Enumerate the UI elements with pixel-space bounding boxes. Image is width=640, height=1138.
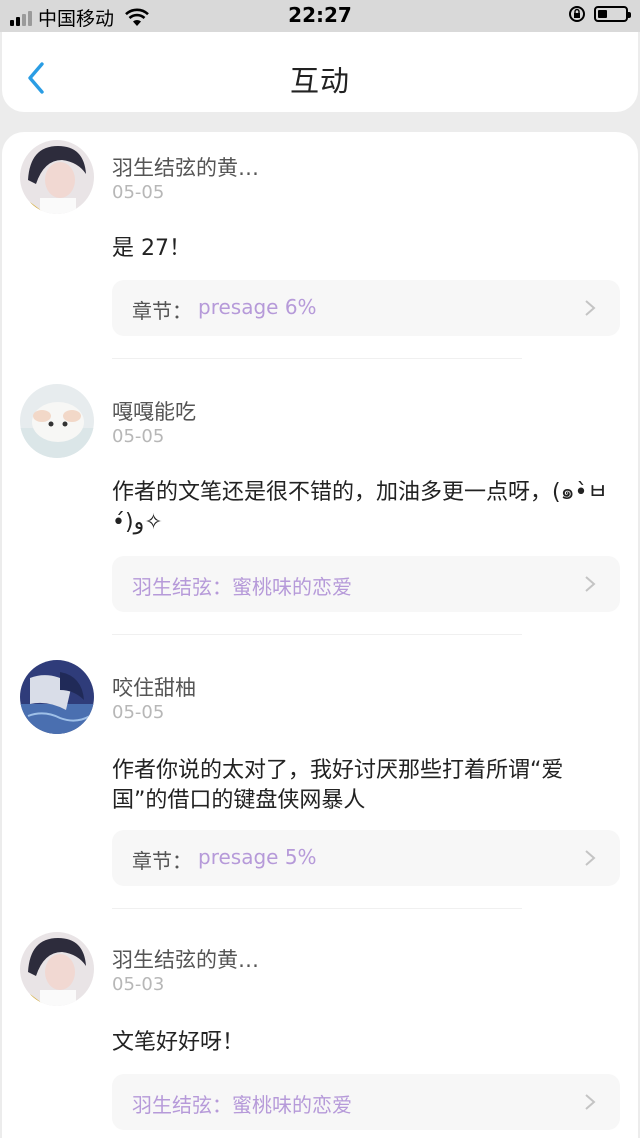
chapter-value: presage 6% xyxy=(198,295,317,319)
username: 嘎嘎能吃 xyxy=(112,400,196,424)
status-right xyxy=(568,5,631,23)
comment-date: 05-05 xyxy=(112,426,165,447)
user-avatar[interactable] xyxy=(20,660,94,734)
chapter-label: 章节： xyxy=(132,849,192,873)
divider xyxy=(112,908,522,909)
chapter-link[interactable]: 章节： presage 6% xyxy=(112,280,620,336)
chevron-right-icon xyxy=(585,576,596,592)
comment-text: 作者的文笔还是很不错的，加油多更一点呀，(๑•̀ㅂ•́)و✧ xyxy=(112,480,608,535)
user-avatar[interactable] xyxy=(20,384,94,458)
divider xyxy=(112,358,522,359)
rotation-lock-icon xyxy=(569,6,585,22)
nav-bar: 互动 xyxy=(2,32,638,112)
comment-text: 作者你说的太对了，我好讨厌那些打着所谓“爱国”的借口的键盘侠网暴人 xyxy=(112,758,564,813)
work-title: 羽生结弦：蜜桃味的恋爱 xyxy=(132,1093,352,1117)
status-bar: 中国移动 22:27 xyxy=(0,0,640,32)
comment-date: 05-05 xyxy=(112,182,165,203)
chevron-right-icon xyxy=(585,850,596,866)
username: 羽生结弦的黄… xyxy=(112,156,259,180)
username: 咬住甜柚 xyxy=(112,676,196,700)
divider xyxy=(112,634,522,635)
page-title: 互动 xyxy=(289,64,350,98)
work-link[interactable]: 羽生结弦：蜜桃味的恋爱 xyxy=(112,1074,620,1130)
battery-icon xyxy=(594,6,631,22)
chapter-label: 章节： xyxy=(132,299,192,323)
work-link[interactable]: 羽生结弦：蜜桃味的恋爱 xyxy=(112,556,620,612)
comment-date: 05-03 xyxy=(112,974,165,995)
username: 羽生结弦的黄… xyxy=(112,948,259,972)
chapter-link[interactable]: 章节： presage 5% xyxy=(112,830,620,886)
user-avatar[interactable] xyxy=(20,140,94,214)
comment-date: 05-05 xyxy=(112,702,165,723)
comment-list: 羽生结弦的黄… 05-05 是 27！ 章节： presage 6% 嘎嘎能吃 … xyxy=(2,132,638,1138)
chapter-value: presage 5% xyxy=(198,845,317,869)
chevron-right-icon xyxy=(585,300,596,316)
comment-text: 文笔好好呀！ xyxy=(112,1030,245,1055)
comment-text: 是 27！ xyxy=(112,236,191,261)
status-time: 22:27 xyxy=(288,3,352,27)
chevron-right-icon xyxy=(585,1094,596,1110)
user-avatar[interactable] xyxy=(20,932,94,1006)
work-title: 羽生结弦：蜜桃味的恋爱 xyxy=(132,575,352,599)
